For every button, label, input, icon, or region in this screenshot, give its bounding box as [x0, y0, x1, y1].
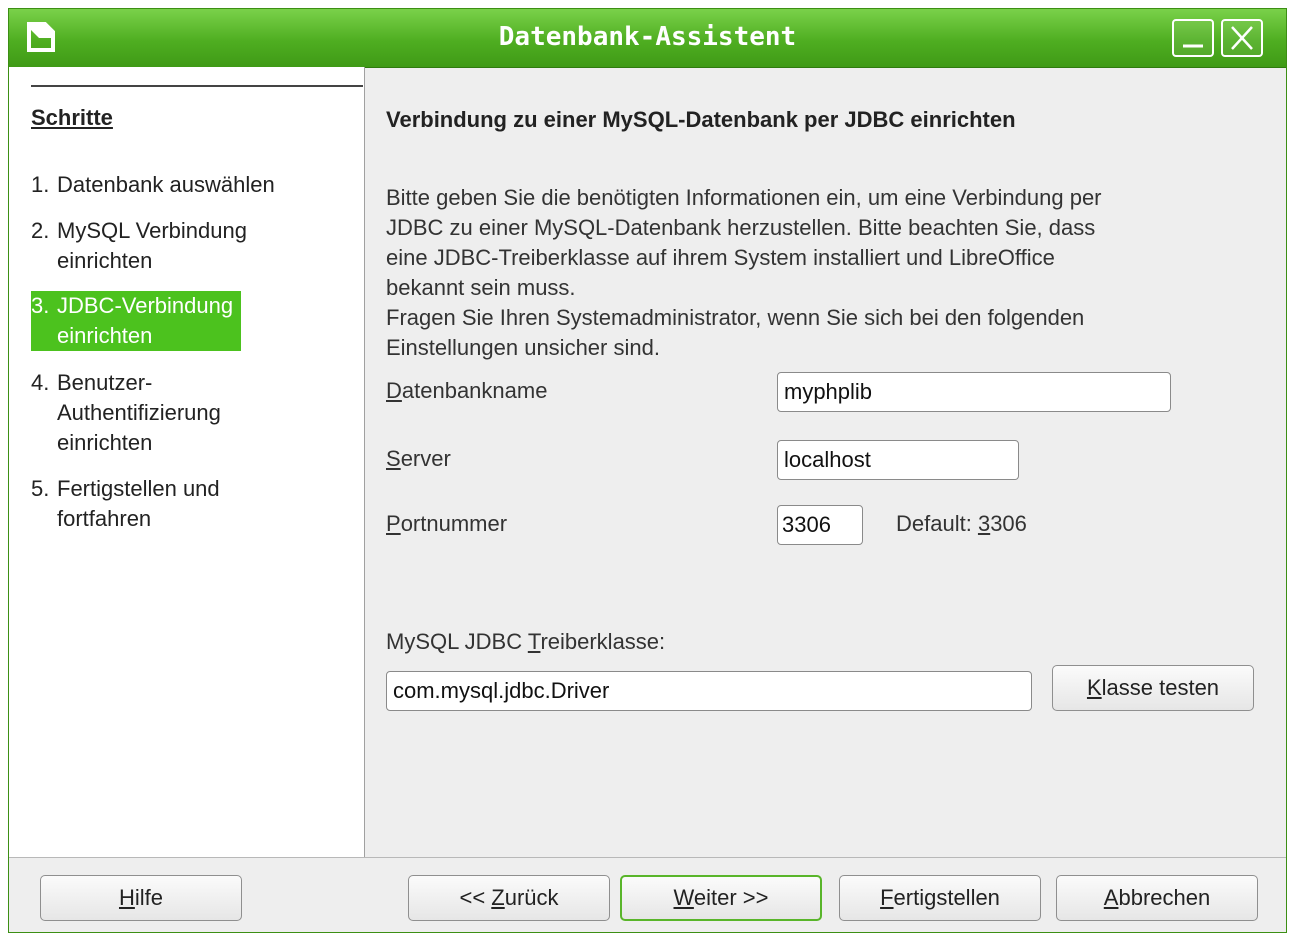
- step-label: einrichten: [57, 430, 153, 455]
- info-text: Bitte geben Sie die benötigten Informati…: [386, 183, 1246, 363]
- step-number: 5.: [31, 476, 50, 501]
- minimize-icon: [1183, 44, 1203, 48]
- server-input[interactable]: localhost: [777, 440, 1019, 480]
- step-label: JDBC-Verbindung: [57, 293, 234, 318]
- sidebar-divider: [31, 85, 363, 87]
- step-label: Datenbank auswählen: [57, 172, 275, 197]
- help-button[interactable]: Hilfe: [40, 875, 242, 921]
- port-default-label: Default: 3306: [896, 511, 1027, 536]
- driver-class-input[interactable]: com.mysql.jdbc.Driver: [386, 671, 1032, 711]
- cancel-button[interactable]: Abbrechen: [1056, 875, 1258, 921]
- minimize-button[interactable]: [1172, 19, 1214, 57]
- step-item-3-active[interactable]: 3. JDBC-Verbindung einrichten: [31, 291, 242, 351]
- step-item-2[interactable]: 2. MySQL Verbindung einrichten: [31, 216, 247, 276]
- driver-class-label: MySQL JDBC Treiberklasse:: [386, 629, 666, 654]
- step-number: 2.: [31, 218, 50, 243]
- step-label: einrichten: [57, 248, 153, 273]
- title-bar[interactable]: Datenbank-Assistent: [9, 9, 1286, 68]
- finish-button[interactable]: Fertigstellen: [839, 875, 1041, 921]
- step-item-5[interactable]: 5. Fertigstellen und fortfahren: [31, 474, 220, 534]
- next-button[interactable]: Weiter >>: [620, 875, 822, 921]
- close-icon: [1231, 26, 1253, 50]
- database-name-label: Datenbankname: [386, 378, 548, 403]
- dialog-window: Datenbank-Assistent Schritte 1. Datenbank…: [8, 8, 1287, 933]
- server-label: Server: [386, 446, 451, 471]
- step-item-4[interactable]: 4. Benutzer- Authentifizierung einrichten: [31, 368, 221, 458]
- step-number: 3.: [31, 293, 50, 318]
- steps-sidebar: Schritte 1. Datenbank auswählen 2. MySQL V…: [9, 67, 365, 857]
- info-line: Einstellungen unsicher sind.: [386, 335, 660, 360]
- step-label: Fertigstellen und: [57, 476, 220, 501]
- step-label: MySQL Verbindung: [57, 218, 247, 243]
- database-name-input[interactable]: myphplib: [777, 372, 1171, 412]
- info-line: JDBC zu einer MySQL-Datenbank herzustell…: [386, 215, 1096, 240]
- page-title: Verbindung zu einer MySQL-Datenbank per …: [386, 107, 1016, 132]
- steps-heading: Schritte: [31, 105, 113, 130]
- port-label: Portnummer: [386, 511, 508, 536]
- step-label: Benutzer-: [57, 370, 153, 395]
- step-number: 1.: [31, 172, 50, 197]
- test-class-button[interactable]: Klasse testen: [1052, 665, 1254, 711]
- port-input[interactable]: 3306: [777, 505, 863, 545]
- step-label: Authentifizierung: [57, 400, 221, 425]
- step-number: 4.: [31, 370, 50, 395]
- info-line: Fragen Sie Ihren Systemadministrator, we…: [386, 305, 1085, 330]
- info-line: bekannt sein muss.: [386, 275, 576, 300]
- content-panel: Verbindung zu einer MySQL-Datenbank per …: [365, 67, 1286, 857]
- window-title: Datenbank-Assistent: [498, 22, 797, 52]
- step-item-1[interactable]: 1. Datenbank auswählen: [31, 170, 275, 200]
- info-line: eine JDBC-Treiberklasse auf ihrem System…: [386, 245, 1055, 270]
- back-button[interactable]: << Zurück: [408, 875, 610, 921]
- footer-divider: [9, 857, 1286, 858]
- step-label: fortfahren: [57, 506, 152, 531]
- info-line: Bitte geben Sie die benötigten Informati…: [386, 185, 1102, 210]
- step-label: einrichten: [57, 323, 153, 348]
- close-button[interactable]: [1221, 19, 1263, 57]
